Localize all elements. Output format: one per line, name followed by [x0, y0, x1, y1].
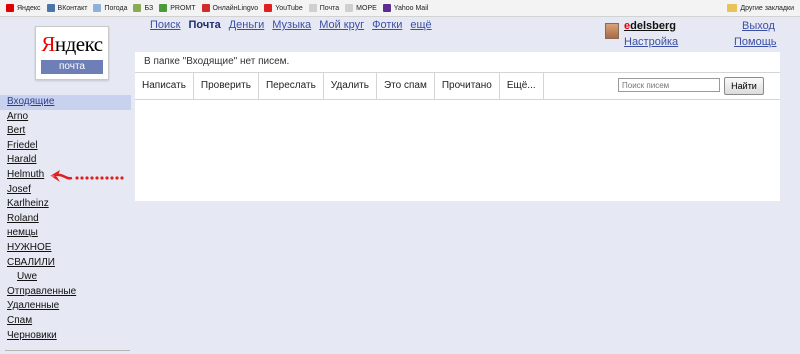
- bookmark-item[interactable]: PROMT: [159, 4, 196, 12]
- search-input[interactable]: [618, 78, 720, 92]
- bookmark-label: ВКонтакт: [57, 4, 88, 12]
- bookmark-label: Почта: [319, 4, 340, 12]
- folder-item[interactable]: НУЖНОЕ: [0, 241, 131, 256]
- weather-icon: [93, 4, 102, 12]
- username-link[interactable]: edelsberg: [624, 20, 676, 32]
- folder-item[interactable]: Спам: [0, 314, 131, 329]
- bookmark-label: PROMT: [170, 4, 196, 12]
- folder-list: Входящие Arno Bert Friedel Harald Helmuth Jose…: [0, 95, 131, 343]
- other-bookmarks[interactable]: Другие закладки: [727, 0, 794, 16]
- bookmark-label: МОРЕ: [356, 4, 377, 12]
- folder-item[interactable]: Arno: [0, 110, 131, 125]
- page-icon: [345, 4, 354, 12]
- folder-item[interactable]: СВАЛИЛИ: [0, 256, 131, 271]
- bookmark-item[interactable]: БЗ: [133, 4, 153, 12]
- bookmark-label: YouTube: [275, 4, 303, 12]
- search-button[interactable]: Найти: [724, 77, 764, 95]
- toolbar-button[interactable]: Написать: [135, 73, 194, 99]
- nav-link[interactable]: Почта: [188, 19, 220, 31]
- mail-panel: В папке "Входящие" нет писем. Написать Пр…: [135, 52, 780, 201]
- nav-link[interactable]: Фотки: [372, 19, 402, 31]
- empty-folder-notice: В папке "Входящие" нет писем.: [144, 56, 290, 67]
- toolbar-button[interactable]: Проверить: [194, 73, 259, 99]
- folder-item[interactable]: Harald: [0, 153, 131, 168]
- folder-item[interactable]: Uwe: [0, 270, 131, 285]
- bookmark-item[interactable]: ВКонтакт: [46, 4, 88, 12]
- bookmark-item[interactable]: Почта: [308, 4, 340, 12]
- nav-link[interactable]: Поиск: [150, 19, 180, 31]
- logo-subtitle: почта: [41, 60, 103, 74]
- bookmark-item[interactable]: YouTube: [264, 4, 303, 12]
- vk-icon: [46, 4, 55, 12]
- folder-item[interactable]: Черновики: [0, 329, 131, 344]
- bookmark-item[interactable]: ОнлайнLingvo: [201, 4, 259, 12]
- other-bookmarks-label: Другие закладки: [740, 4, 794, 12]
- folder-item[interactable]: Roland: [0, 212, 131, 227]
- toolbar-button[interactable]: Ещё...: [500, 73, 544, 99]
- avatar: [605, 23, 619, 39]
- bookmark-item[interactable]: МОРЕ: [345, 4, 377, 12]
- bookmarks-list: Яндекс ВКонтакт Погода БЗ PROMT ОнлайнLingvo Y…: [0, 4, 428, 12]
- bookmark-item[interactable]: Яндекс: [6, 4, 41, 12]
- youtube-icon: [264, 4, 273, 12]
- folder-item[interactable]: Friedel: [0, 139, 131, 154]
- folder-item[interactable]: Отправленные: [0, 285, 131, 300]
- top-navigation: Поиск Почта Деньги Музыка Мой круг Фотки ещё: [150, 19, 440, 31]
- toolbar-button[interactable]: Это спам: [377, 73, 435, 99]
- promt-icon: [159, 4, 168, 12]
- help-link[interactable]: Помощь: [734, 36, 777, 48]
- folder-item[interactable]: Удаленные: [0, 299, 131, 314]
- nav-link[interactable]: Мой круг: [319, 19, 364, 31]
- yahoo-icon: [382, 4, 391, 12]
- folder-item[interactable]: Karlheinz: [0, 197, 131, 212]
- red-arrow-annotation: [50, 170, 124, 182]
- folder-item[interactable]: немцы: [0, 226, 131, 241]
- book-icon: [133, 4, 142, 12]
- logo-wordmark: Яндекс: [41, 32, 103, 56]
- folder-divider: [5, 350, 130, 351]
- bookmark-item[interactable]: Погода: [93, 4, 127, 12]
- page-icon: [308, 4, 317, 12]
- folder-icon: [727, 4, 738, 12]
- toolbar-button[interactable]: Прочитано: [435, 73, 500, 99]
- folder-item[interactable]: Bert: [0, 124, 131, 139]
- bookmark-label: Погода: [104, 4, 128, 12]
- bookmarks-bar: Яндекс ВКонтакт Погода БЗ PROMT ОнлайнLingvo Y…: [0, 0, 800, 17]
- nav-link[interactable]: Музыка: [272, 19, 311, 31]
- toolbar-button[interactable]: Удалить: [324, 73, 377, 99]
- settings-link[interactable]: Настройка: [624, 36, 678, 48]
- yandex-icon: [6, 4, 14, 12]
- nav-link[interactable]: Деньги: [229, 19, 265, 31]
- bookmark-label: Yahoo Mail: [393, 4, 429, 12]
- bookmark-label: ОнлайнLingvo: [212, 4, 259, 12]
- lingvo-icon: [201, 4, 210, 12]
- toolbar-button[interactable]: Переслать: [259, 73, 324, 99]
- nav-link[interactable]: ещё: [410, 19, 431, 31]
- folder-item[interactable]: Входящие: [0, 95, 131, 110]
- yandex-logo[interactable]: Яндекс почта: [35, 26, 109, 80]
- bookmark-item[interactable]: Yahoo Mail: [382, 4, 429, 12]
- bookmark-label: Яндекс: [17, 4, 41, 12]
- bookmark-label: БЗ: [144, 4, 154, 12]
- logout-link[interactable]: Выход: [742, 20, 775, 32]
